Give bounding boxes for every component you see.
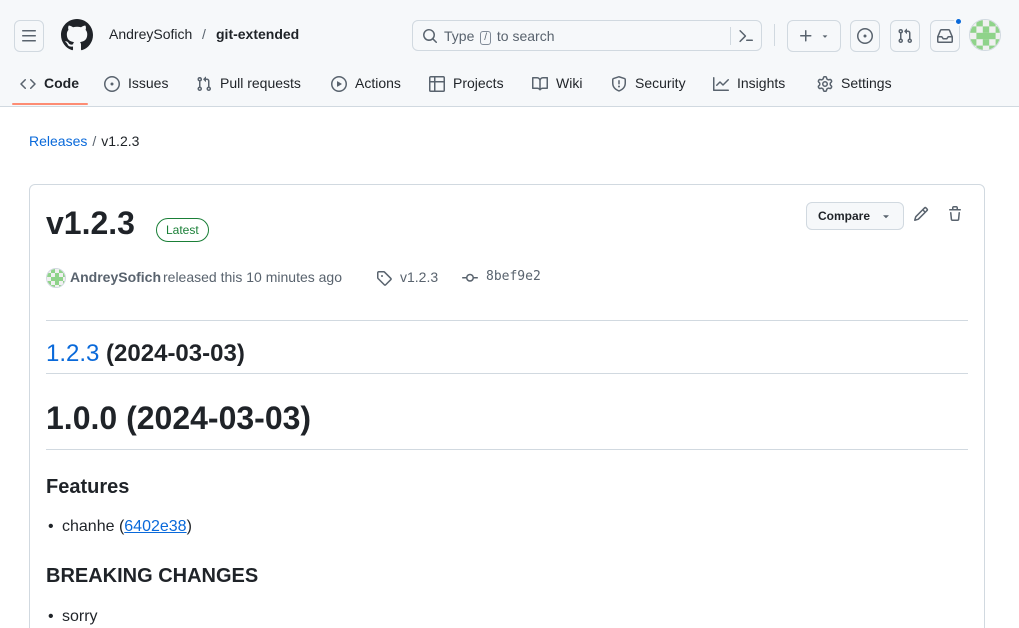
pencil-icon: [913, 206, 929, 222]
list-item: sorry: [48, 608, 97, 626]
notes-version-heading: 1.2.3 (2024-03-03): [46, 340, 245, 368]
release-meta: AndreySofich released this 10 minutes ag…: [46, 267, 966, 289]
tab-security-label: Security: [635, 75, 686, 91]
release-title: v1.2.3: [46, 205, 135, 241]
search-icon: [423, 29, 438, 44]
command-palette-icon[interactable]: [738, 28, 754, 44]
search-placeholder-post: to search: [496, 28, 555, 44]
release-tag-link[interactable]: v1.2.3: [400, 269, 438, 285]
identicon-icon: [47, 269, 65, 287]
tab-wiki-label: Wiki: [556, 75, 583, 91]
commit-link[interactable]: 6402e38: [124, 518, 186, 535]
breaking-changes-heading: BREAKING CHANGES: [46, 565, 259, 587]
tab-pull-requests[interactable]: Pull requests: [196, 70, 301, 107]
tab-actions[interactable]: Actions: [331, 70, 401, 107]
divider: [46, 320, 968, 321]
issue-opened-icon: [104, 76, 120, 92]
release-time: released this 10 minutes ago: [163, 269, 342, 285]
git-pull-request-icon: [197, 76, 212, 92]
hamburger-icon: [22, 30, 36, 42]
active-tab-indicator: [12, 103, 88, 105]
breadcrumb-current: v1.2.3: [101, 133, 140, 149]
list-item: chanhe (6402e38): [48, 518, 192, 536]
tab-projects-label: Projects: [453, 75, 504, 91]
notification-indicator: [954, 17, 963, 26]
tab-issues-label: Issues: [128, 75, 169, 91]
tab-issues[interactable]: Issues: [104, 70, 168, 107]
trash-icon: [949, 206, 961, 221]
tab-actions-label: Actions: [355, 75, 401, 91]
tab-wiki[interactable]: Wiki: [532, 70, 582, 107]
github-logo-icon[interactable]: [61, 19, 93, 51]
issue-opened-icon: [857, 28, 873, 44]
breadcrumb: Releases / v1.2.3: [29, 133, 139, 149]
version-compare-link[interactable]: 1.2.3: [46, 340, 99, 367]
create-new-button[interactable]: [787, 20, 841, 52]
identicon-icon: [970, 20, 1000, 50]
repo-nav-tabs: Code Issues Pull requests Actions Projec…: [0, 70, 1019, 107]
tab-settings[interactable]: Settings: [817, 70, 892, 107]
search-shortcut-key: /: [480, 31, 492, 45]
header-top-row: AndreySofich / git-extended Type / to se…: [0, 0, 1019, 70]
tab-code[interactable]: Code: [20, 70, 79, 107]
tab-settings-label: Settings: [841, 75, 892, 91]
tab-pull-requests-label: Pull requests: [220, 75, 301, 91]
compare-button[interactable]: Compare: [806, 202, 904, 230]
repo-name-link[interactable]: git-extended: [216, 26, 299, 42]
book-icon: [532, 76, 548, 91]
author-avatar[interactable]: [46, 268, 66, 288]
notes-main-heading: 1.0.0 (2024-03-03): [46, 400, 312, 436]
play-icon: [331, 76, 347, 92]
release-author-link[interactable]: AndreySofich: [70, 269, 161, 285]
edit-release-button[interactable]: [913, 206, 931, 224]
git-commit-icon: [462, 273, 478, 282]
tab-insights-label: Insights: [737, 75, 786, 91]
tab-code-label: Code: [44, 75, 79, 91]
tab-security[interactable]: Security: [611, 70, 686, 107]
search-placeholder-pre: Type: [444, 28, 475, 44]
tag-icon: [377, 271, 392, 286]
delete-release-button[interactable]: [947, 206, 965, 224]
latest-badge: Latest: [156, 218, 209, 242]
search-divider: [730, 27, 731, 45]
tab-projects[interactable]: Projects: [429, 70, 504, 107]
feature-close: ): [186, 518, 192, 535]
git-pull-request-icon: [898, 28, 913, 44]
version-date: (2024-03-03): [99, 340, 245, 367]
features-heading: Features: [46, 476, 130, 498]
user-avatar[interactable]: [969, 19, 1001, 51]
menu-button[interactable]: [14, 20, 44, 52]
table-icon: [429, 76, 445, 92]
app-header: AndreySofich / git-extended Type / to se…: [0, 0, 1019, 107]
shield-icon: [612, 76, 626, 92]
repo-path-separator: /: [202, 26, 206, 42]
inbox-icon: [937, 29, 953, 43]
search-input[interactable]: Type / to search: [412, 20, 762, 51]
pull-requests-button[interactable]: [890, 20, 920, 52]
search-placeholder: Type / to search: [444, 28, 555, 45]
repo-owner-link[interactable]: AndreySofich: [109, 26, 192, 42]
release-card: v1.2.3 Latest Compare AndreySofich relea…: [29, 184, 985, 628]
code-icon: [20, 78, 36, 90]
divider: [46, 449, 968, 450]
issues-button[interactable]: [850, 20, 880, 52]
graph-icon: [713, 77, 729, 91]
tab-insights[interactable]: Insights: [713, 70, 785, 107]
feature-text: chanhe (: [62, 518, 125, 535]
breadcrumb-separator: /: [92, 133, 97, 149]
gear-icon: [817, 76, 833, 92]
divider: [46, 373, 968, 374]
compare-label: Compare: [818, 209, 871, 223]
triangle-down-icon: [822, 35, 828, 38]
header-divider: [774, 24, 775, 46]
release-commit-link[interactable]: 8bef9e2: [486, 269, 541, 284]
plus-icon: [800, 30, 812, 42]
triangle-down-icon: [883, 215, 889, 219]
releases-link[interactable]: Releases: [29, 133, 87, 149]
